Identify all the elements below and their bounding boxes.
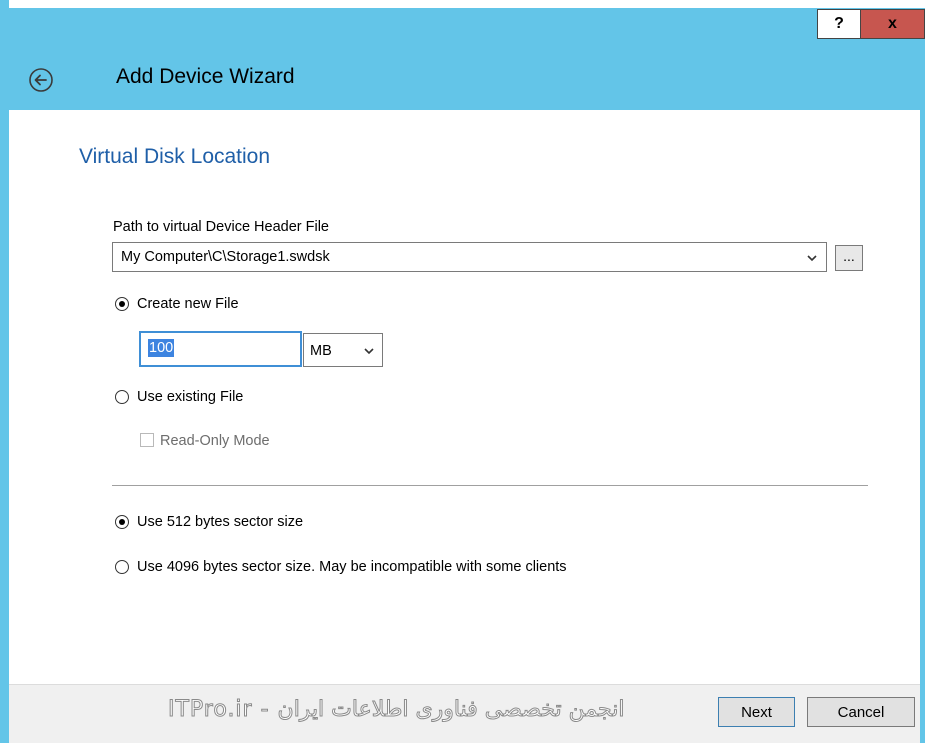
section-title: Virtual Disk Location <box>79 145 271 168</box>
size-input[interactable]: 100 <box>139 331 302 367</box>
path-label: Path to virtual Device Header File <box>113 219 329 235</box>
sector-512-radio[interactable] <box>115 515 129 529</box>
readonly-checkbox[interactable] <box>140 433 154 447</box>
wizard-window: Add Device Wizard ? x Virtual Disk Locat… <box>0 0 925 743</box>
create-new-radio[interactable] <box>115 297 129 311</box>
help-button[interactable]: ? <box>817 9 861 39</box>
window-left-border <box>0 0 9 743</box>
back-arrow-icon <box>29 68 53 92</box>
next-button[interactable]: Next <box>718 697 795 727</box>
watermark-text: ITPro.ir - انجمن تخصصی فناوری اطلاعات ای… <box>167 697 625 723</box>
use-existing-radio[interactable] <box>115 390 129 404</box>
chevron-down-icon[interactable] <box>362 344 376 358</box>
sector-4096-radio[interactable] <box>115 560 129 574</box>
back-button[interactable] <box>27 66 55 94</box>
use-existing-label[interactable]: Use existing File <box>137 389 243 405</box>
chevron-down-icon[interactable] <box>805 251 819 265</box>
window-top-edge <box>0 0 925 8</box>
window-title: Add Device Wizard <box>116 65 295 88</box>
section-divider <box>112 485 868 486</box>
browse-button[interactable]: ... <box>835 245 863 271</box>
path-value: My Computer\C\Storage1.swdsk <box>121 249 330 265</box>
create-new-label[interactable]: Create new File <box>137 296 239 312</box>
cancel-button[interactable]: Cancel <box>807 697 915 727</box>
window-right-border <box>920 110 925 743</box>
unit-value: MB <box>310 343 332 359</box>
title-bar: Add Device Wizard <box>9 8 925 110</box>
close-button[interactable]: x <box>861 9 925 39</box>
sector-512-label[interactable]: Use 512 bytes sector size <box>137 514 303 530</box>
unit-select[interactable]: MB <box>303 333 383 367</box>
sector-4096-label[interactable]: Use 4096 bytes sector size. May be incom… <box>137 559 567 575</box>
path-combobox[interactable]: My Computer\C\Storage1.swdsk <box>112 242 827 272</box>
readonly-label: Read-Only Mode <box>160 433 270 449</box>
size-value: 100 <box>148 339 175 357</box>
